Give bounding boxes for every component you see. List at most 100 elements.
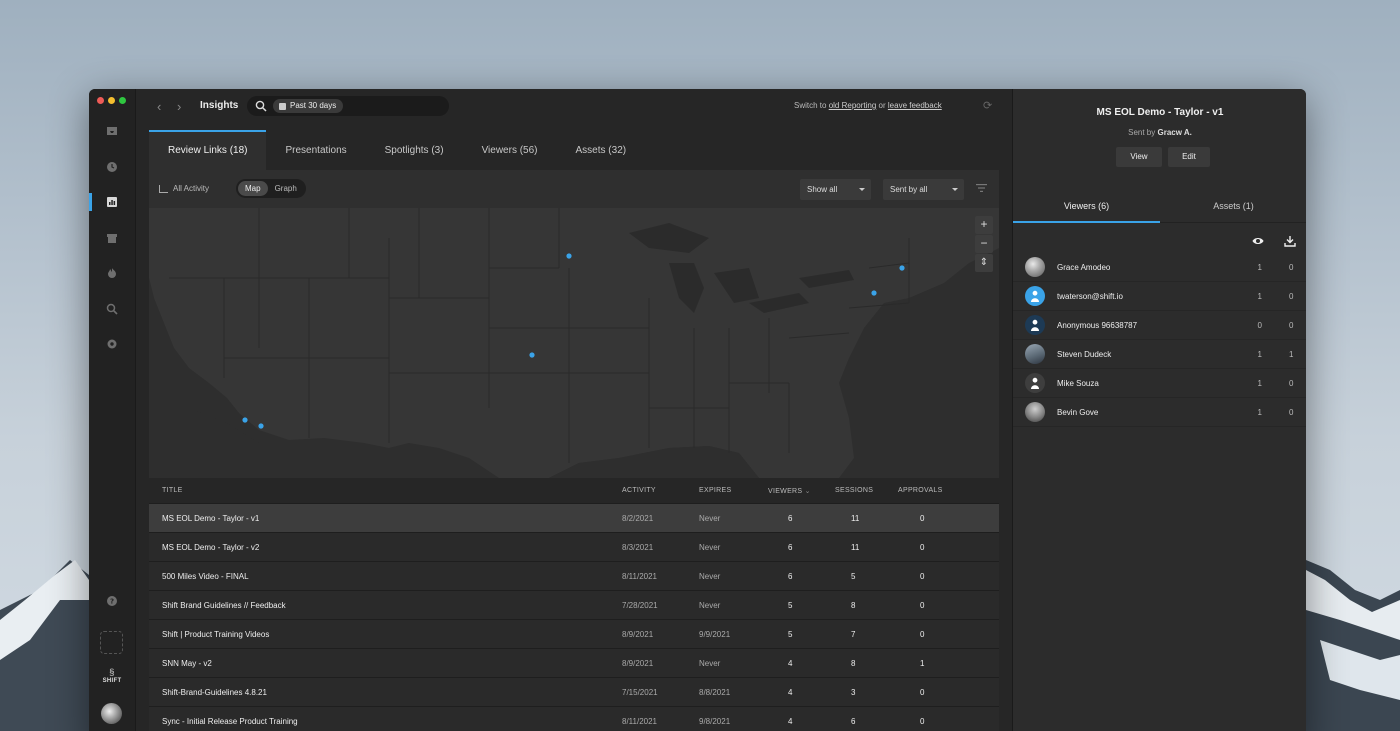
avatar [1025,344,1045,364]
search-bar[interactable]: Past 30 days [247,96,449,116]
all-activity-label[interactable]: All Activity [159,184,209,193]
gear-icon[interactable] [105,337,119,351]
row-viewers: 4 [788,687,793,697]
map-point-denver[interactable] [529,352,535,358]
refresh-icon[interactable]: ⟳ [983,99,992,112]
row-approvals: 1 [920,658,925,668]
map-point-san-diego[interactable] [258,423,264,429]
map-point-los-angeles[interactable] [242,417,248,423]
date-filter-label: Past 30 days [290,101,337,110]
graph-toggle-button[interactable]: Graph [268,181,304,196]
archive-icon[interactable] [105,231,119,245]
table-row[interactable]: Shift | Product Training Videos 8/9/2021 9… [149,619,999,648]
help-icon[interactable]: ? [105,594,119,608]
row-title: Shift | Product Training Videos [162,629,270,639]
user-avatar[interactable] [101,703,122,724]
row-title: MS EOL Demo - Taylor - v2 [162,542,260,552]
table-row[interactable]: Sync - Initial Release Product Training 8… [149,706,999,731]
col-title-header[interactable]: TITLE [149,487,622,494]
row-viewers: 4 [788,658,793,668]
row-sessions: 11 [851,513,860,523]
row-activity: 7/15/2021 [622,687,658,697]
table-row[interactable]: MS EOL Demo - Taylor - v1 8/2/2021 Never 6 1… [149,503,999,532]
col-sessions-header[interactable]: SESSIONS [835,487,898,494]
row-title: MS EOL Demo - Taylor - v1 [162,513,260,523]
viewer-row[interactable]: twaterson@shift.io 1 0 [1013,282,1306,311]
chart-icon [159,184,168,193]
inbox-icon[interactable] [105,124,119,138]
viewer-row[interactable]: Grace Amodeo 1 0 [1013,253,1306,282]
tab-spotlights[interactable]: Spotlights (3) [366,130,463,170]
viewer-name: Mike Souza [1057,378,1099,388]
back-arrow-icon[interactable]: ‹ [157,99,161,114]
detail-panel: MS EOL Demo - Taylor - v1 Sent by Gracw … [1012,89,1306,731]
viewer-row[interactable]: Bevin Gove 1 0 [1013,398,1306,427]
table-row[interactable]: 500 Miles Video - FINAL 8/11/2021 Never 6 5 0 [149,561,999,590]
col-approvals-header[interactable]: APPROVALS [898,487,988,494]
map-toggle-button[interactable]: Map [238,181,268,196]
row-expires: Never [699,600,721,610]
map-point-new-york[interactable] [899,265,905,271]
sent-by-select[interactable]: Sent by all [883,179,964,200]
avatar [1025,257,1045,277]
app-window: ? § SHIFT ‹ › Insights Past 30 days Switc… [89,89,1306,731]
workspace-placeholder[interactable] [100,631,123,654]
map-point-minneapolis[interactable] [566,253,572,259]
top-bar: ‹ › Insights Past 30 days Switch to old … [137,89,1011,123]
col-expires-header[interactable]: EXPIRES [699,487,768,494]
shift-logo: § SHIFT [102,667,122,684]
maximize-window-button[interactable] [119,97,126,104]
col-viewers-header[interactable]: VIEWERS ⌄ [768,487,835,495]
review-links-table: TITLE ACTIVITY EXPIRES VIEWERS ⌄ SESSION… [149,478,999,731]
zoom-in-button[interactable]: + [975,216,993,234]
switch-reporting-text: Switch to old Reporting or leave feedbac… [794,101,942,110]
old-reporting-link[interactable]: old Reporting [829,101,877,110]
table-row[interactable]: Shift-Brand-Guidelines 4.8.21 7/15/2021 8/… [149,677,999,706]
tab-presentations[interactable]: Presentations [266,130,365,170]
minimize-window-button[interactable] [108,97,115,104]
row-approvals: 0 [920,571,925,581]
activity-map[interactable]: + − ⇕ [149,208,999,478]
tab-viewers[interactable]: Viewers (56) [463,130,557,170]
tab-detail-viewers[interactable]: Viewers (6) [1013,192,1160,223]
table-row[interactable]: MS EOL Demo - Taylor - v2 8/3/2021 Never 6 1… [149,532,999,561]
avatar [1025,286,1045,306]
close-window-button[interactable] [97,97,104,104]
search-icon[interactable] [255,100,267,112]
table-row[interactable]: SNN May - v2 8/9/2021 Never 4 8 1 [149,648,999,677]
tab-detail-assets[interactable]: Assets (1) [1160,192,1306,222]
edit-button[interactable]: Edit [1168,147,1210,167]
row-sessions: 5 [851,571,856,581]
viewer-row[interactable]: Steven Dudeck 1 1 [1013,340,1306,369]
reset-view-button[interactable]: ⇕ [975,254,993,272]
row-approvals: 0 [920,716,925,726]
window-controls [97,97,126,104]
zoom-out-button[interactable]: − [975,235,993,253]
download-icon [1284,236,1296,247]
view-button[interactable]: View [1116,147,1162,167]
map-point-philadelphia[interactable] [871,290,877,296]
table-row[interactable]: Shift Brand Guidelines // Feedback 7/28/2… [149,590,999,619]
row-activity: 8/11/2021 [622,716,657,726]
viewer-views: 0 [1257,320,1262,330]
insights-icon[interactable] [105,195,119,209]
tab-assets[interactable]: Assets (32) [557,130,646,170]
search-icon[interactable] [105,302,119,316]
filter-icon[interactable] [976,183,987,193]
date-filter-chip[interactable]: Past 30 days [273,99,344,113]
flame-icon[interactable] [105,266,119,280]
row-expires: Never [699,542,721,552]
row-expires: Never [699,658,721,668]
row-activity: 7/28/2021 [622,600,658,610]
col-activity-header[interactable]: ACTIVITY [622,487,699,494]
clock-icon[interactable] [105,160,119,174]
viewer-downloads: 0 [1289,320,1294,330]
show-all-select[interactable]: Show all [800,179,871,200]
leave-feedback-link[interactable]: leave feedback [888,101,942,110]
viewer-row[interactable]: Anonymous 96638787 0 0 [1013,311,1306,340]
avatar [1025,373,1045,393]
viewer-row[interactable]: Mike Souza 1 0 [1013,369,1306,398]
row-viewers: 6 [788,513,793,523]
tab-review-links[interactable]: Review Links (18) [149,130,267,170]
forward-arrow-icon[interactable]: › [177,99,181,114]
